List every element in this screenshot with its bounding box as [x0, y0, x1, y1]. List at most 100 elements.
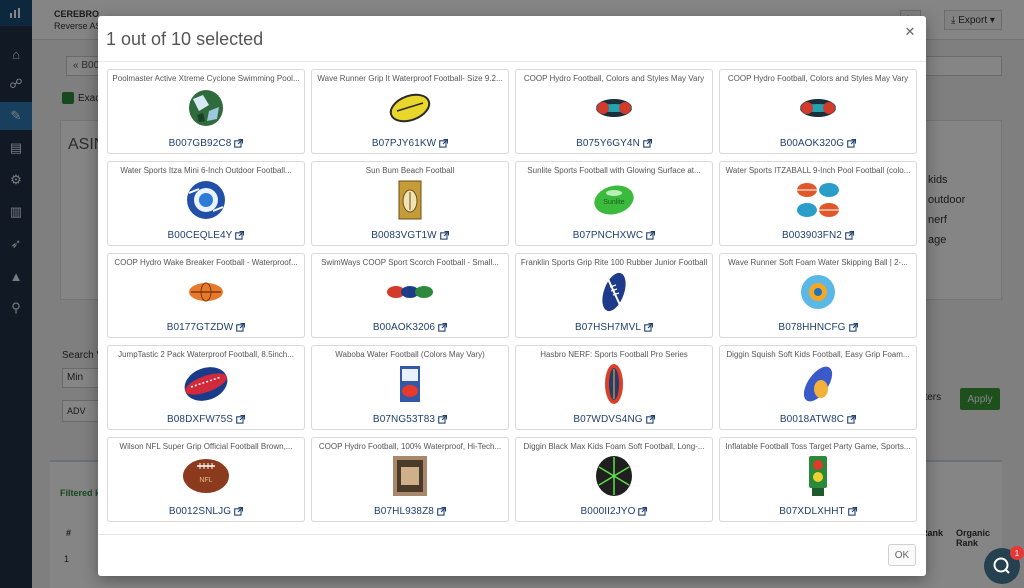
asin-link[interactable]: B075Y6GY4N [516, 138, 712, 149]
external-link-icon[interactable] [235, 231, 245, 240]
external-link-icon[interactable] [644, 323, 654, 332]
asin-text: B0083VGT1W [371, 230, 437, 241]
external-link-icon[interactable] [439, 231, 449, 240]
modal-title: 1 out of 10 selected [106, 29, 264, 49]
asin-link[interactable]: B07NG53T83 [312, 414, 508, 425]
product-title: Hasbro NERF: Sports Football Pro Series [540, 350, 688, 359]
product-image[interactable] [793, 179, 843, 221]
product-card[interactable]: Wilson NFL Super Grip Official Football … [107, 437, 305, 522]
product-card[interactable]: Poolmaster Active Xtreme Cyclone Swimmin… [107, 69, 305, 154]
external-link-icon[interactable] [847, 139, 857, 148]
asin-link[interactable]: B007GB92C8 [108, 138, 304, 149]
product-image[interactable] [793, 271, 843, 313]
product-card[interactable]: Franklin Sports Grip Rite 100 Rubber Jun… [515, 253, 713, 338]
product-image[interactable] [181, 87, 231, 129]
product-image[interactable] [589, 87, 639, 129]
product-image[interactable]: Sunlite [589, 179, 639, 221]
product-image[interactable] [589, 455, 639, 497]
chat-icon [993, 557, 1010, 574]
product-card[interactable]: Sun Bum Beach Football B0083VGT1W [311, 161, 509, 246]
external-link-icon[interactable] [638, 507, 648, 516]
product-image[interactable] [589, 271, 639, 313]
product-card[interactable]: SwimWays COOP Sport Scorch Football - Sm… [311, 253, 509, 338]
asin-link[interactable]: B07PNCHXWC [516, 230, 712, 241]
product-card[interactable]: Water Sports ITZABALL 9-Inch Pool Footba… [719, 161, 917, 246]
close-icon[interactable]: ✕ [902, 24, 918, 40]
product-card[interactable]: Wave Runner Soft Foam Water Skipping Bal… [719, 253, 917, 338]
external-link-icon[interactable] [645, 415, 655, 424]
product-image[interactable] [589, 363, 639, 405]
product-image[interactable]: NFL [181, 455, 231, 497]
external-link-icon[interactable] [234, 507, 244, 516]
product-image[interactable] [181, 179, 231, 221]
product-card[interactable]: COOP Hydro Football, Colors and Styles M… [719, 69, 917, 154]
asin-text: B003903FN2 [782, 230, 842, 241]
product-card[interactable]: Diggin Black Max Kids Foam Soft Football… [515, 437, 713, 522]
notification-badge: 1 [1010, 546, 1024, 560]
product-title: Inflatable Football Toss Target Party Ga… [725, 442, 911, 451]
modal-footer: OK [98, 534, 926, 576]
product-card[interactable]: Inflatable Football Toss Target Party Ga… [719, 437, 917, 522]
asin-link[interactable]: B07PJY61KW [312, 138, 508, 149]
product-card[interactable]: Wave Runner Grip It Waterproof Football-… [311, 69, 509, 154]
product-card[interactable]: Diggin Squish Soft Kids Football, Easy G… [719, 345, 917, 430]
asin-link[interactable]: B0083VGT1W [312, 230, 508, 241]
product-card[interactable]: Water Sports Itza Mini 6-Inch Outdoor Fo… [107, 161, 305, 246]
product-title: Diggin Black Max Kids Foam Soft Football… [523, 442, 705, 451]
product-image[interactable] [181, 271, 231, 313]
external-link-icon[interactable] [847, 415, 857, 424]
asin-text: B07PNCHXWC [572, 230, 644, 241]
asin-link[interactable]: B00AOK320G [720, 138, 916, 149]
product-title: COOP Hydro Football, Colors and Styles M… [727, 74, 909, 83]
asin-link[interactable]: B07HSH7MVL [516, 322, 712, 333]
external-link-icon[interactable] [236, 323, 246, 332]
asin-link[interactable]: B000II2JYO [516, 506, 712, 517]
product-card[interactable]: COOP Hydro Football, Colors and Styles M… [515, 69, 713, 154]
external-link-icon[interactable] [646, 231, 656, 240]
external-link-icon[interactable] [847, 507, 857, 516]
product-image[interactable] [385, 271, 435, 313]
external-link-icon[interactable] [439, 139, 449, 148]
product-card[interactable]: COOP Hydro Wake Breaker Football - Water… [107, 253, 305, 338]
product-title: JumpTastic 2 Pack Waterproof Football, 8… [118, 350, 294, 359]
asin-link[interactable]: B0012SNLJG [108, 506, 304, 517]
product-title: Poolmaster Active Xtreme Cyclone Swimmin… [112, 74, 300, 83]
product-title: Water Sports ITZABALL 9-Inch Pool Footba… [725, 166, 911, 175]
product-image[interactable] [793, 363, 843, 405]
svg-text:NFL: NFL [199, 477, 212, 484]
asin-link[interactable]: B08DXFW75S [108, 414, 304, 425]
external-link-icon[interactable] [437, 507, 446, 516]
product-image[interactable] [793, 87, 843, 129]
product-card[interactable]: COOP Hydro Football, 100% Waterproof, Hi… [311, 437, 509, 522]
external-link-icon[interactable] [438, 415, 448, 424]
external-link-icon[interactable] [848, 323, 858, 332]
asin-text: B07PJY61KW [371, 138, 437, 149]
external-link-icon[interactable] [643, 139, 652, 148]
asin-link[interactable]: B0018ATW8C [720, 414, 916, 425]
product-image[interactable] [385, 363, 435, 405]
product-image[interactable] [385, 455, 435, 497]
product-card[interactable]: Hasbro NERF: Sports Football Pro Series B… [515, 345, 713, 430]
product-card[interactable]: JumpTastic 2 Pack Waterproof Football, 8… [107, 345, 305, 430]
asin-link[interactable]: B003903FN2 [720, 230, 916, 241]
external-link-icon[interactable] [438, 323, 448, 332]
ok-button[interactable]: OK [888, 544, 916, 566]
external-link-icon[interactable] [234, 139, 244, 148]
product-image[interactable] [793, 455, 843, 497]
product-title: SwimWays COOP Sport Scorch Football - Sm… [321, 258, 499, 267]
product-image[interactable] [181, 363, 231, 405]
product-image[interactable] [385, 87, 435, 129]
external-link-icon[interactable] [236, 415, 246, 424]
asin-link[interactable]: B00AOK3206 [312, 322, 508, 333]
asin-link[interactable]: B00CEQLE4Y [108, 230, 304, 241]
product-card[interactable]: Waboba Water Football (Colors May Vary) B… [311, 345, 509, 430]
asin-link[interactable]: B0177GTZDW [108, 322, 304, 333]
product-card[interactable]: Sunlite Sports Football with Glowing Sur… [515, 161, 713, 246]
asin-link[interactable]: B07HL938Z8 [312, 506, 508, 517]
asin-link[interactable]: B07XDLXHHT [720, 506, 916, 517]
product-title: Sun Bum Beach Football [365, 166, 455, 175]
product-image[interactable] [385, 179, 435, 221]
asin-link[interactable]: B07WDVS4NG [516, 414, 712, 425]
asin-link[interactable]: B078HHNCFG [720, 322, 916, 333]
external-link-icon[interactable] [845, 231, 854, 240]
